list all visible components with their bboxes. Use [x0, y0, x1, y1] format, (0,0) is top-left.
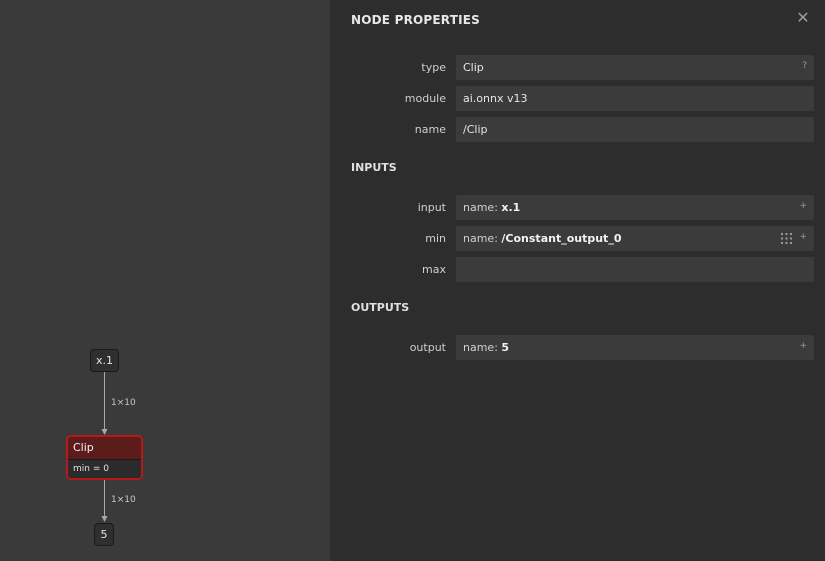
input-value-input[interactable]: name: x.1 + [456, 195, 814, 220]
property-label-module: module [404, 92, 446, 105]
graph-op-node-clip[interactable]: Clip min = 0 [66, 435, 143, 480]
op-node-title: Clip [68, 437, 141, 459]
input-name-value: x.1 [501, 201, 521, 214]
output-value-output[interactable]: name: 5 + [456, 335, 814, 360]
graph-output-node[interactable]: 5 [94, 523, 114, 546]
outputs-section-title: OUTPUTS [351, 301, 410, 314]
input-name-prefix: name: [463, 201, 502, 214]
output-label: output [409, 341, 446, 354]
expand-plus-icon[interactable]: + [799, 335, 807, 358]
expand-plus-icon[interactable]: + [799, 195, 807, 218]
property-label-type: type [421, 61, 446, 74]
property-row-name: name /Clip [330, 117, 825, 142]
input-name-value: /Constant_output_0 [501, 232, 622, 245]
input-label: min [425, 232, 446, 245]
property-label-name: name [414, 123, 446, 136]
graph-input-node[interactable]: x.1 [90, 349, 119, 372]
panel-title: NODE PROPERTIES [351, 13, 480, 27]
property-row-module: module ai.onnx v13 [330, 86, 825, 111]
tensor-grid-icon[interactable] [781, 233, 792, 244]
property-value-name: /Clip [456, 117, 814, 142]
input-name-prefix: name: [463, 232, 502, 245]
output-name-value: 5 [501, 341, 510, 354]
property-value-type[interactable]: Clip ? [456, 55, 814, 80]
graph-edges [101, 372, 108, 522]
input-label: max [422, 263, 446, 276]
input-label: input [417, 201, 446, 214]
module-value-text: ai.onnx v13 [463, 92, 528, 105]
expand-plus-icon[interactable]: + [799, 226, 807, 249]
edge-label-input: 1×10 [111, 398, 136, 408]
input-value-min[interactable]: name: /Constant_output_0 + [456, 226, 814, 251]
graph-canvas[interactable]: x.1 1×10 Clip min = 0 1×10 5 [0, 0, 330, 561]
property-value-module: ai.onnx v13 [456, 86, 814, 111]
graph-input-node-label: x.1 [95, 354, 113, 367]
op-node-attribute: min = 0 [68, 459, 141, 478]
output-row-output: output name: 5 + [330, 335, 825, 360]
property-row-type: type Clip ? [330, 55, 825, 80]
node-properties-panel: NODE PROPERTIES ✕ type Clip ? module ai.… [330, 0, 825, 561]
name-value-text: /Clip [463, 123, 488, 136]
input-row-min: min name: /Constant_output_0 + [330, 226, 825, 251]
type-value-text: Clip [463, 61, 484, 74]
inputs-section-title: INPUTS [351, 161, 397, 174]
edge-label-output: 1×10 [111, 495, 136, 505]
graph-output-node-label: 5 [100, 528, 108, 541]
close-icon[interactable]: ✕ [795, 10, 811, 26]
input-row-input: input name: x.1 + [330, 195, 825, 220]
input-row-max: max [330, 257, 825, 282]
output-name-prefix: name: [463, 341, 502, 354]
help-icon[interactable]: ? [802, 55, 807, 78]
input-value-max-empty [456, 257, 814, 282]
